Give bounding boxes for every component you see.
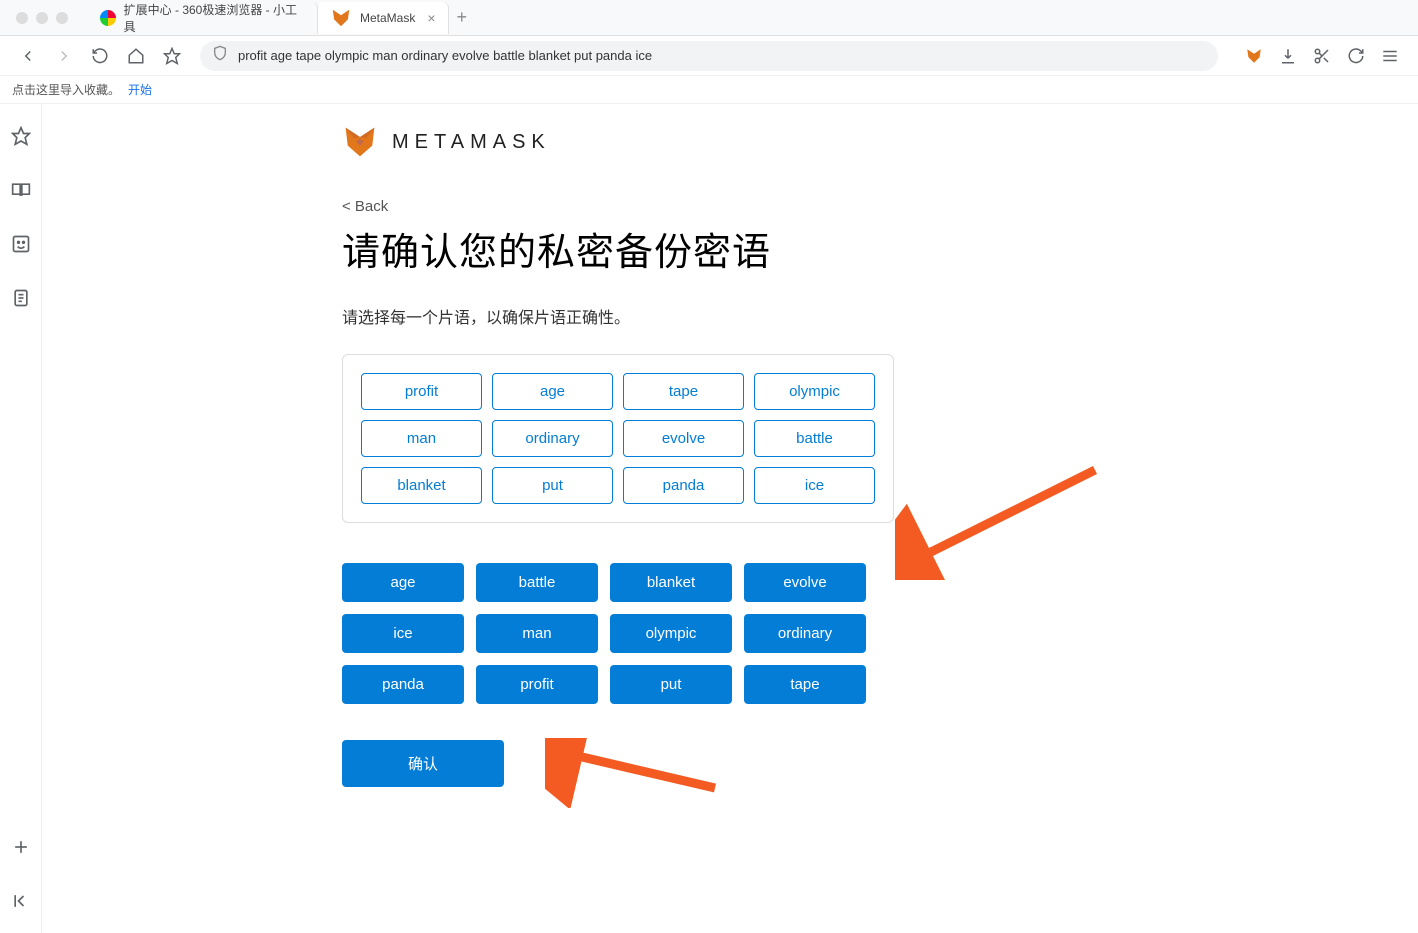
selected-word-chip[interactable]: tape	[623, 373, 744, 410]
window-traffic-lights	[16, 12, 68, 24]
browser-tabs: 扩展中心 - 360极速浏览器 - 小工具 MetaMask × +	[88, 2, 1402, 34]
choice-word-chip[interactable]: panda	[342, 665, 464, 704]
bookmark-hint: 点击这里导入收藏。	[12, 81, 120, 98]
confirm-button[interactable]: 确认	[342, 740, 504, 787]
close-window-dot	[16, 12, 28, 24]
extensions-tab-icon	[100, 10, 116, 26]
bookmark-start-link[interactable]: 开始	[128, 81, 152, 98]
page-title: 请确认您的私密备份密语	[342, 221, 1102, 276]
choice-word-chip[interactable]: olympic	[610, 614, 732, 653]
metamask-ext-icon[interactable]	[1238, 40, 1270, 72]
menu-button[interactable]	[1374, 40, 1406, 72]
choice-word-chip[interactable]: tape	[744, 665, 866, 704]
selected-word-chip[interactable]: age	[492, 373, 613, 410]
metamask-tab-icon	[330, 7, 352, 29]
book-icon[interactable]	[9, 178, 33, 202]
maximize-window-dot	[56, 12, 68, 24]
selected-word-chip[interactable]: man	[361, 420, 482, 457]
choice-word-chip[interactable]: put	[610, 665, 732, 704]
back-link[interactable]: < Back	[342, 198, 388, 215]
tab-metamask[interactable]: MetaMask ×	[318, 2, 449, 34]
add-icon[interactable]	[9, 835, 33, 859]
tab-label: MetaMask	[360, 11, 415, 25]
choice-word-chip[interactable]: evolve	[744, 563, 866, 602]
metamask-logo-text: METAMASK	[392, 131, 551, 154]
minimize-window-dot	[36, 12, 48, 24]
browser-toolbar	[0, 36, 1418, 76]
choice-word-chip[interactable]: age	[342, 563, 464, 602]
window-top-bar: 扩展中心 - 360极速浏览器 - 小工具 MetaMask × +	[0, 0, 1418, 36]
favorites-button[interactable]	[156, 40, 188, 72]
main-content: METAMASK < Back 请确认您的私密备份密语 请选择每一个片语，以确保…	[42, 104, 1418, 933]
selected-word-chip[interactable]: battle	[754, 420, 875, 457]
choice-word-chip[interactable]: profit	[476, 665, 598, 704]
forward-button[interactable]	[48, 40, 80, 72]
shield-icon	[212, 45, 228, 66]
choice-word-chip[interactable]: man	[476, 614, 598, 653]
choice-word-chip[interactable]: ice	[342, 614, 464, 653]
star-icon[interactable]	[9, 124, 33, 148]
collapse-icon[interactable]	[9, 889, 33, 913]
metamask-fox-icon	[342, 124, 378, 160]
left-sidebar	[0, 104, 42, 933]
page-subtitle: 请选择每一个片语，以确保片语正确性。	[342, 304, 1102, 328]
selected-word-chip[interactable]: panda	[623, 467, 744, 504]
selected-word-chip[interactable]: ice	[754, 467, 875, 504]
reload-button[interactable]	[84, 40, 116, 72]
undo-button[interactable]	[1340, 40, 1372, 72]
url-input[interactable]	[238, 48, 1206, 63]
tab-extensions[interactable]: 扩展中心 - 360极速浏览器 - 小工具	[88, 2, 318, 34]
selected-phrase-box: profit agetape olympic man ordinary evolve bat…	[342, 354, 894, 523]
metamask-logo: METAMASK	[342, 124, 1102, 160]
sidebar-bottom	[0, 835, 42, 913]
home-button[interactable]	[120, 40, 152, 72]
document-icon[interactable]	[9, 286, 33, 310]
smiley-icon[interactable]	[9, 232, 33, 256]
selected-word-chip[interactable]: blanket	[361, 467, 482, 504]
address-bar[interactable]	[200, 41, 1218, 71]
toolbar-right	[1230, 40, 1406, 72]
scissors-button[interactable]	[1306, 40, 1338, 72]
choice-word-grid: age battle blanket evolve iceman olympic ordin…	[342, 563, 894, 704]
selected-word-chip[interactable]: olympic	[754, 373, 875, 410]
choice-word-chip[interactable]: battle	[476, 563, 598, 602]
selected-word-chip[interactable]: ordinary	[492, 420, 613, 457]
download-button[interactable]	[1272, 40, 1304, 72]
selected-word-chip[interactable]: put	[492, 467, 613, 504]
tab-label: 扩展中心 - 360极速浏览器 - 小工具	[124, 1, 305, 35]
selected-word-chip[interactable]: profit	[361, 373, 482, 410]
choice-word-chip[interactable]: blanket	[610, 563, 732, 602]
back-button[interactable]	[12, 40, 44, 72]
bookmark-bar: 点击这里导入收藏。 开始	[0, 76, 1418, 104]
selected-word-chip[interactable]: evolve	[623, 420, 744, 457]
close-tab-icon[interactable]: ×	[427, 10, 435, 26]
new-tab-button[interactable]: +	[457, 7, 468, 28]
choice-word-chip[interactable]: ordinary	[744, 614, 866, 653]
